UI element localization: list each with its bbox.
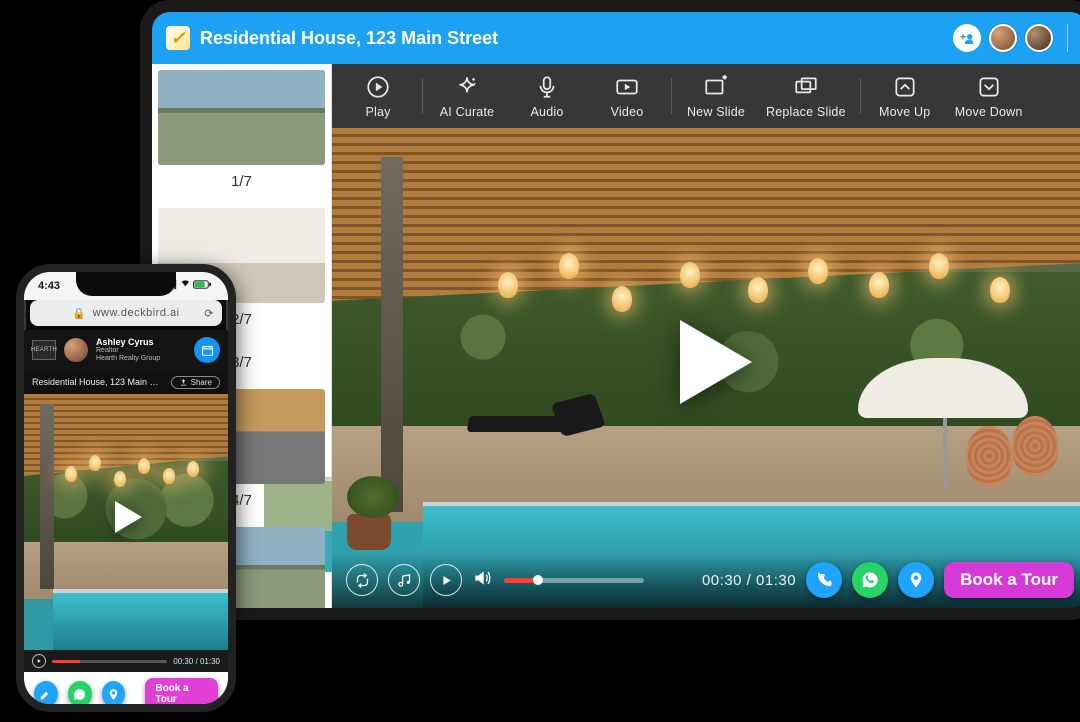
calendar-button[interactable] [194, 337, 220, 363]
phone-notch [76, 272, 176, 296]
play-small-button[interactable] [430, 564, 462, 596]
toolbar-new-slide-button[interactable]: New Slide [676, 69, 756, 123]
tablet-header: ✓ Residential House, 123 Main Street [152, 12, 1080, 64]
volume-icon[interactable] [472, 568, 492, 592]
scene-eggchair [966, 426, 1012, 486]
replace-slide-icon [792, 73, 820, 101]
location-button[interactable] [898, 562, 934, 598]
music-button[interactable] [388, 564, 420, 596]
scene-lantern [808, 258, 828, 284]
agent-name: Ashley Cyrus [96, 337, 160, 347]
scene-lantern [869, 272, 889, 298]
scene-lantern [498, 272, 518, 298]
status-time: 4:43 [38, 280, 60, 292]
slide-thumb-1-label: 1/7 [158, 165, 325, 202]
share-button[interactable]: Share [171, 376, 220, 389]
phone-edit-button[interactable] [34, 681, 58, 707]
phone-call-button[interactable] [806, 562, 842, 598]
phone-play-small-button[interactable] [32, 654, 46, 668]
presentation-title: Residential House, 123 Main Street [200, 28, 498, 49]
agent-group: Hearth Realty Group [96, 355, 160, 363]
chevron-up-box-icon [891, 73, 919, 101]
phone-seek-bar[interactable] [52, 660, 167, 663]
toolbar-play-button[interactable]: Play [338, 69, 418, 123]
scene-eggchair [1012, 416, 1058, 476]
loop-button[interactable] [346, 564, 378, 596]
toolbar-move-up-button[interactable]: Move Up [865, 69, 945, 123]
scene-planter [347, 514, 391, 550]
video-frame-icon [613, 73, 641, 101]
url-text: www.deckbird.ai [93, 307, 180, 319]
stage-play-button[interactable] [650, 302, 770, 422]
phone-action-bar: Book a Tour [24, 672, 228, 712]
toolbar-replace-slide-button[interactable]: Replace Slide [756, 69, 856, 123]
phone-seek-bar-row: 00:30 / 01:30 [24, 650, 228, 672]
slide-thumb-1-image [158, 70, 325, 165]
agent-role: Realtor [96, 347, 160, 355]
ai-sparkle-icon [453, 73, 481, 101]
slide-editor-main: Play AI Curate Audio Video [332, 64, 1080, 608]
collaborator-avatar-2[interactable] [1025, 24, 1053, 52]
scene-lantern [748, 277, 768, 303]
add-user-icon [959, 30, 975, 46]
phone-location-button[interactable] [102, 681, 126, 707]
scene-column [381, 157, 403, 512]
toolbar-video-button[interactable]: Video [587, 69, 667, 123]
collaborator-avatar-1[interactable] [989, 24, 1017, 52]
play-circle-icon [364, 73, 392, 101]
chevron-down-box-icon [975, 73, 1003, 101]
microphone-icon [533, 73, 561, 101]
scene-lantern [929, 253, 949, 279]
scene-lantern [612, 286, 632, 312]
slide-thumb-1[interactable]: 1/7 [158, 70, 325, 202]
toolbar-audio-button[interactable]: Audio [507, 69, 587, 123]
timecode: 00:30 / 01:30 [702, 572, 796, 589]
collaborator-row [953, 24, 1074, 52]
editor-toolbar: Play AI Curate Audio Video [332, 64, 1080, 128]
play-triangle-icon [101, 492, 151, 542]
phone-whatsapp-button[interactable] [68, 681, 92, 707]
slide-stage: 00:30 / 01:30 Book a Tour [332, 128, 1080, 608]
scene-lantern [559, 253, 579, 279]
refresh-icon[interactable]: ⟳ [204, 307, 214, 320]
brand-logo: HEARTH [32, 340, 56, 360]
add-user-button[interactable] [953, 24, 981, 52]
phone-presentation-title: Residential House, 123 Main … [32, 377, 159, 387]
browser-url-bar[interactable]: 🔒 www.deckbird.ai ⟳ [30, 300, 222, 326]
phone-stage [24, 394, 228, 650]
toolbar-ai-curate-button[interactable]: AI Curate [427, 69, 507, 123]
phone-book-tour-button[interactable]: Book a Tour [145, 678, 218, 710]
app-logo-icon: ✓ [166, 26, 190, 50]
phone-device: 4:43 🔒 www.deckbird.ai ⟳ HEARTH Ashley C… [16, 264, 236, 712]
scene-lounger [467, 416, 569, 432]
toolbar-move-down-button[interactable]: Move Down [945, 69, 1033, 123]
slide-plus-icon [702, 73, 730, 101]
lock-icon: 🔒 [72, 307, 86, 320]
header-divider [1067, 24, 1068, 52]
playback-controls: 00:30 / 01:30 Book a Tour [332, 552, 1080, 608]
seek-bar[interactable] [504, 578, 644, 583]
book-tour-button[interactable]: Book a Tour [944, 562, 1074, 598]
whatsapp-button[interactable] [852, 562, 888, 598]
scene-lantern [990, 277, 1010, 303]
phone-play-button[interactable] [101, 492, 151, 542]
agent-profile-bar: HEARTH Ashley Cyrus Realtor Hearth Realt… [24, 330, 228, 370]
scene-lantern [680, 262, 700, 288]
share-icon [179, 378, 188, 387]
tablet-device: ✓ Residential House, 123 Main Street 1/7… [140, 0, 1080, 620]
agent-avatar [64, 338, 88, 362]
play-triangle-icon [650, 302, 770, 422]
phone-title-bar: Residential House, 123 Main … Share [24, 370, 228, 394]
phone-timecode: 00:30 / 01:30 [173, 657, 220, 666]
